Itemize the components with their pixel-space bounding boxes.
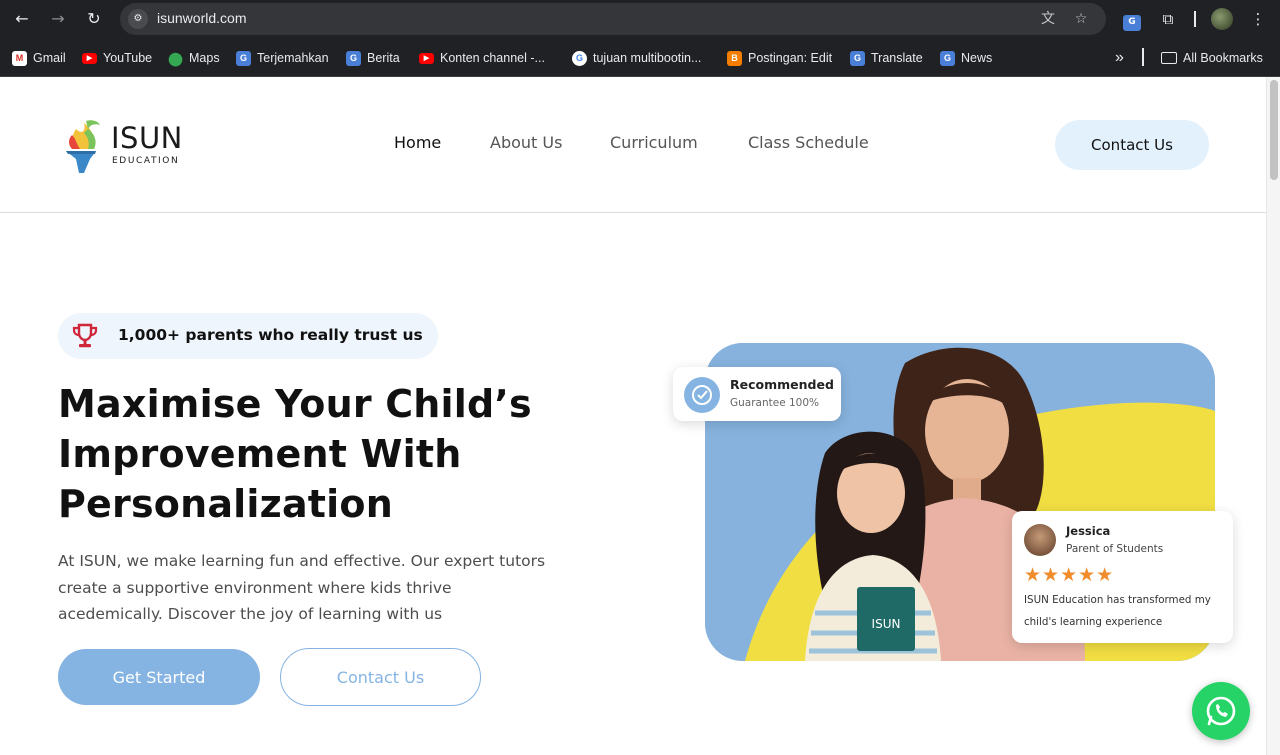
news-icon: G [940, 50, 955, 66]
site-header: ISUN EDUCATION Home About Us Curriculum … [0, 77, 1266, 213]
bookmark-label: Berita [367, 51, 400, 65]
nav-home[interactable]: Home [394, 133, 441, 152]
bookmark-label: Konten channel -... [440, 51, 545, 65]
google-icon: G [572, 50, 587, 66]
bookmark-berita[interactable]: G Berita [346, 49, 400, 67]
youtube-icon: ▶ [419, 52, 434, 64]
recommended-card: Recommended Guarantee 100% [673, 367, 841, 421]
hero-description: At ISUN, we make learning fun and effect… [58, 552, 546, 623]
bookmark-postingan[interactable]: B Postingan: Edit [727, 49, 832, 67]
bookmark-gmail[interactable]: M Gmail [12, 49, 66, 67]
hero-headline: Maximise Your Child’s Improvement With P… [58, 379, 618, 529]
bookmarks-divider [1142, 48, 1144, 66]
site-info-icon[interactable]: ⚙ [128, 9, 148, 29]
whatsapp-icon [1206, 696, 1236, 726]
recommended-title: Recommended [730, 377, 834, 392]
translate-page-icon[interactable]: 文 [1038, 9, 1058, 29]
page-scrollbar[interactable] [1266, 77, 1280, 755]
browser-menu-icon[interactable]: ⋮ [1248, 9, 1268, 29]
hero-contact-button[interactable]: Contact Us [280, 648, 481, 706]
bookmark-tujuan[interactable]: G tujuan multibootin... [572, 49, 701, 67]
torch-logo-icon [66, 120, 100, 173]
header-contact-button[interactable]: Contact Us [1055, 120, 1209, 170]
check-circle-icon [684, 377, 720, 413]
headline-line-3: Personalization [58, 482, 393, 526]
get-started-button[interactable]: Get Started [58, 649, 260, 705]
reviewer-name: Jessica [1066, 524, 1111, 538]
gmail-icon: M [12, 50, 27, 66]
nav-curriculum[interactable]: Curriculum [610, 133, 698, 152]
whatsapp-chat-button[interactable] [1192, 682, 1250, 740]
review-text: ISUN Education has transformed my child'… [1024, 594, 1211, 628]
translate-icon: G [850, 50, 865, 66]
trophy-icon [72, 323, 98, 348]
bookmark-maps[interactable]: ⬤ Maps [168, 49, 220, 67]
review-card: Jessica Parent of Students ★★★★★ ISUN Ed… [1012, 511, 1233, 643]
bookmark-youtube[interactable]: ▶ YouTube [82, 49, 152, 67]
bookmark-label: News [961, 51, 993, 65]
logo-wordmark: ISUN [111, 121, 183, 155]
trust-badge-text: 1,000+ parents who really trust us [118, 326, 423, 344]
bookmark-konten-channel[interactable]: ▶ Konten channel -... [419, 49, 545, 67]
bookmark-label: tujuan multibootin... [593, 51, 702, 65]
bookmark-terjemahkan[interactable]: G Terjemahkan [236, 49, 329, 67]
reload-icon[interactable]: ↻ [84, 9, 104, 29]
book-cover-text: ISUN [872, 617, 901, 631]
browser-toolbar: ← → ↻ ⚙ isunworld.com 文 ☆ G ⧉ ⋮ [0, 0, 1280, 38]
bookmarks-bar: M Gmail ▶ YouTube ⬤ Maps G Terjemahkan G… [0, 38, 1280, 77]
blogger-icon: B [727, 50, 742, 66]
forward-icon[interactable]: → [48, 9, 68, 29]
bookmark-news[interactable]: G News [940, 49, 992, 67]
translate-icon: G [236, 50, 251, 66]
recommended-subtitle: Guarantee 100% [730, 397, 820, 409]
bookmark-label: YouTube [103, 51, 153, 65]
news-icon: G [346, 50, 361, 66]
web-page: ISUN EDUCATION Home About Us Curriculum … [0, 77, 1266, 755]
all-bookmarks-label: All Bookmarks [1183, 51, 1263, 65]
maps-icon: ⬤ [168, 50, 183, 66]
bookmark-label: Postingan: Edit [748, 51, 833, 65]
scrollbar-thumb[interactable] [1270, 80, 1278, 180]
reviewer-role: Parent of Students [1066, 543, 1164, 555]
bookmark-translate[interactable]: G Translate [850, 49, 923, 67]
bookmark-label: Translate [871, 51, 923, 65]
headline-line-2: Improvement With [58, 432, 462, 476]
star-rating: ★★★★★ [1024, 564, 1115, 586]
logo-subtitle: EDUCATION [112, 156, 180, 166]
youtube-icon: ▶ [82, 52, 97, 64]
isun-logo[interactable]: ISUN EDUCATION [62, 115, 192, 175]
nav-class-schedule[interactable]: Class Schedule [748, 133, 869, 152]
more-bookmarks-button[interactable]: » [1115, 49, 1124, 67]
trust-badge: 1,000+ parents who really trust us [58, 313, 438, 359]
back-icon[interactable]: ← [12, 9, 32, 29]
all-bookmarks-button[interactable]: All Bookmarks [1161, 49, 1263, 67]
extensions-puzzle-icon[interactable]: ⧉ [1158, 9, 1178, 29]
bookmark-label: Maps [189, 51, 220, 65]
reviewer-avatar [1024, 524, 1056, 556]
bookmark-star-icon[interactable]: ☆ [1071, 9, 1091, 29]
bookmark-label: Gmail [33, 51, 66, 65]
bookmark-label: Terjemahkan [257, 51, 329, 65]
translate-extension-icon[interactable]: G [1122, 9, 1142, 31]
address-bar[interactable]: ⚙ isunworld.com 文 ☆ [120, 3, 1106, 35]
nav-about-us[interactable]: About Us [490, 133, 562, 152]
headline-line-1: Maximise Your Child’s [58, 382, 532, 426]
url-text[interactable]: isunworld.com [157, 10, 246, 26]
folder-icon [1161, 52, 1177, 64]
profile-avatar[interactable] [1211, 8, 1233, 30]
toolbar-divider [1194, 11, 1196, 27]
